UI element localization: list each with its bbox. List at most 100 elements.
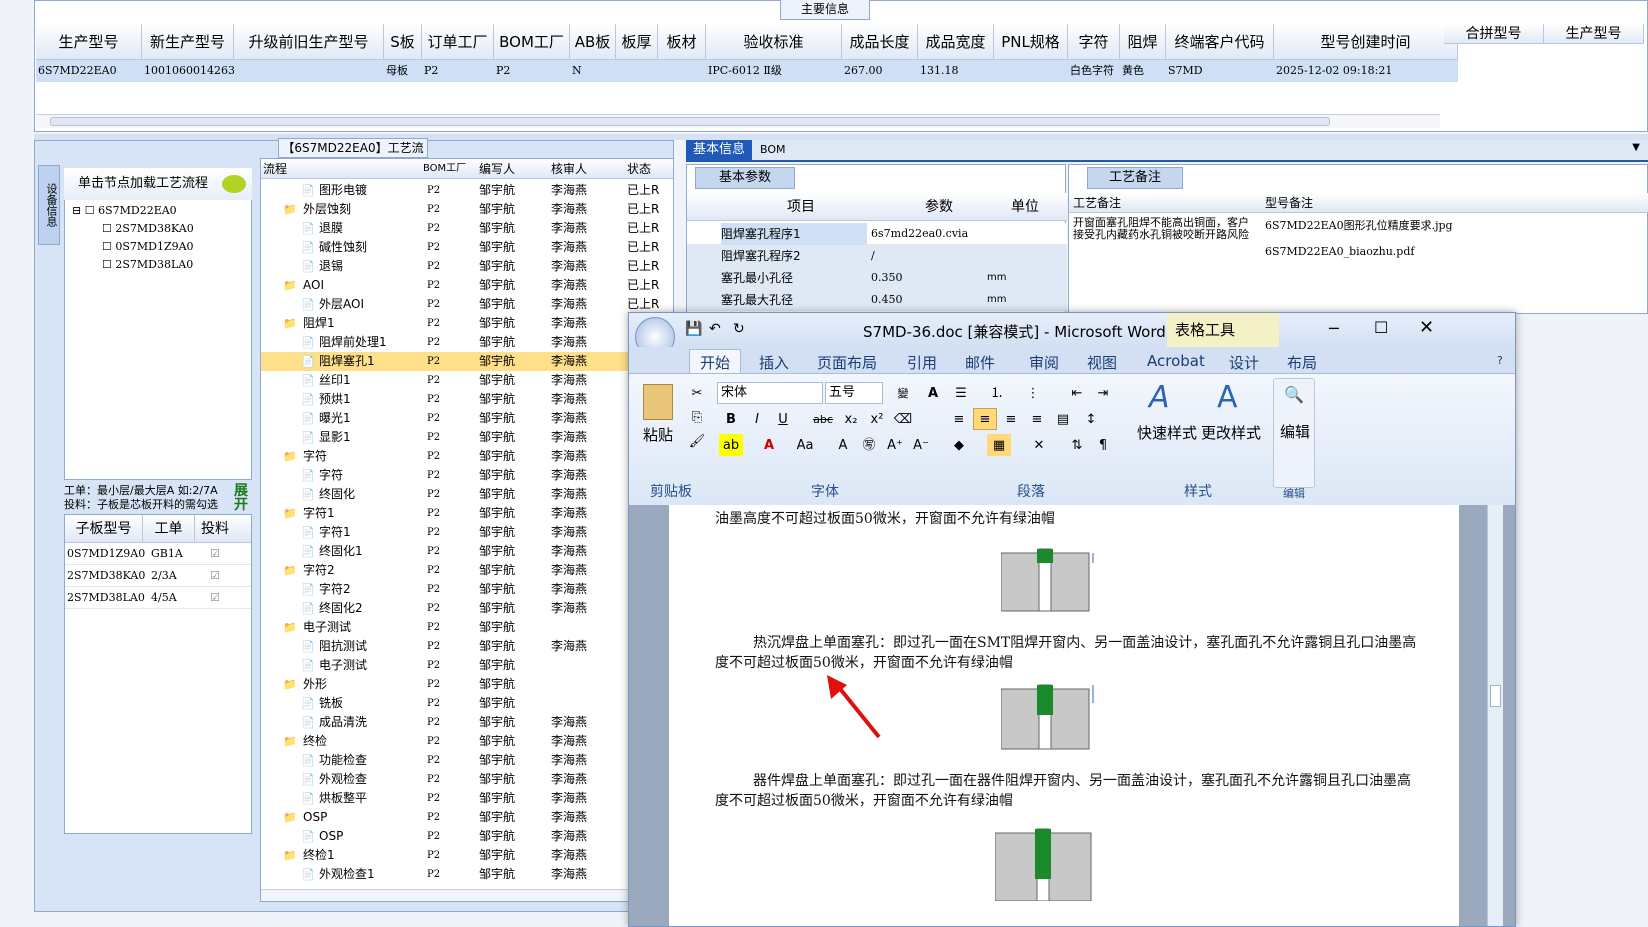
main-cell[interactable]: P2 <box>422 60 494 82</box>
quick-style-button[interactable]: 快速样式 <box>1137 422 1197 443</box>
shrink-font-icon[interactable]: A⁻ <box>909 434 933 456</box>
italic-icon[interactable]: I <box>745 408 769 430</box>
line-spacing-icon[interactable]: ↕ <box>1079 408 1103 430</box>
merge-col-header[interactable]: 合拼型号 <box>1444 24 1544 44</box>
flow-row[interactable]: 📁 阻焊1 P2 邹宇航 李海燕 <box>261 314 673 333</box>
main-grid-hscrollbar[interactable] <box>36 114 1440 128</box>
main-cell[interactable]: 267.00 <box>842 60 918 82</box>
chinese-layout-icon[interactable]: ✕ <box>1027 434 1051 456</box>
flow-row[interactable]: 📁 外层蚀刻 P2 邹宇航 李海燕 已上R <box>261 200 673 219</box>
enclose-char-icon[interactable]: ㊢ <box>857 434 881 456</box>
decrease-indent-icon[interactable]: ⇤ <box>1065 382 1089 404</box>
flow-row[interactable]: 📄 显影1 P2 邹宇航 李海燕 <box>261 428 673 447</box>
main-cell[interactable] <box>616 60 658 82</box>
main-col-header[interactable]: 终端客户代码 <box>1166 24 1274 60</box>
flow-row[interactable]: 📄 OSP P2 邹宇航 李海燕 <box>261 827 673 846</box>
align-left-icon[interactable]: ≡ <box>947 408 971 430</box>
tree-child[interactable]: ☐ 2S7MD38KA0 <box>72 220 194 238</box>
tab-mailings[interactable]: 邮件 <box>965 352 995 373</box>
main-cell[interactable]: IPC-6012 Ⅱ级 <box>706 60 842 82</box>
main-col-header[interactable]: 板材 <box>658 24 706 60</box>
help-icon[interactable]: ? <box>1497 354 1503 367</box>
main-col-header[interactable]: 字符 <box>1068 24 1120 60</box>
main-col-header[interactable]: 型号创建时间 <box>1274 24 1458 60</box>
redo-icon[interactable]: ↻ <box>733 321 745 337</box>
flow-row[interactable]: 📄 终固化2 P2 邹宇航 李海燕 <box>261 599 673 618</box>
superscript-icon[interactable]: x² <box>865 408 889 430</box>
paste-icon[interactable] <box>643 384 673 420</box>
process-flow-tab[interactable]: 【6S7MD22EA0】工艺流程 <box>278 138 428 173</box>
main-cell[interactable]: P2 <box>494 60 570 82</box>
param-value[interactable]: 6s7md22ea0.cvia <box>871 223 968 245</box>
flow-row[interactable]: 📄 字符2 P2 邹宇航 李海燕 <box>261 580 673 599</box>
cut-icon[interactable]: ✂ <box>685 382 709 404</box>
main-col-header[interactable]: 生产型号 <box>36 24 142 60</box>
param-value[interactable]: 0.350 <box>871 267 903 289</box>
main-col-header[interactable]: 成品长度 <box>842 24 918 60</box>
change-style-button[interactable]: 更改样式 <box>1201 422 1261 443</box>
main-col-header[interactable]: 订单工厂 <box>422 24 494 60</box>
flow-row[interactable]: 📁 OSP P2 邹宇航 李海燕 <box>261 808 673 827</box>
tab-insert[interactable]: 插入 <box>759 352 789 373</box>
expand-button[interactable]: 展开 <box>234 484 250 512</box>
main-col-header[interactable]: PNL规格 <box>994 24 1068 60</box>
main-cell[interactable]: 131.18 <box>918 60 994 82</box>
tab-design[interactable]: 设计 <box>1229 352 1259 373</box>
quick-style-icon[interactable]: A <box>1149 380 1170 415</box>
vscroll-thumb[interactable] <box>1490 685 1501 707</box>
tab-page-layout[interactable]: 页面布局 <box>817 352 877 373</box>
feed-checkbox[interactable]: ☑ <box>195 587 235 608</box>
flow-row[interactable]: 📁 外形 P2 邹宇航 <box>261 675 673 694</box>
sort-icon[interactable]: ⇅ <box>1065 434 1089 456</box>
flow-row[interactable]: 📄 字符1 P2 邹宇航 李海燕 <box>261 523 673 542</box>
borders-icon[interactable]: ▦ <box>987 434 1011 456</box>
flow-row[interactable]: 📄 退锡 P2 邹宇航 李海燕 已上R <box>261 257 673 276</box>
flow-row[interactable]: 📄 预烘1 P2 邹宇航 李海燕 <box>261 390 673 409</box>
basic-param-row[interactable]: 塞孔最大孔径 0.450 mm <box>687 289 1067 311</box>
save-icon[interactable]: 💾 <box>685 321 702 337</box>
font-size-select[interactable]: 五号 <box>825 382 883 404</box>
feed-checkbox[interactable]: ☑ <box>195 543 235 564</box>
format-painter-icon[interactable]: 🖌 <box>685 430 709 452</box>
clear-format-icon[interactable]: ⌫ <box>891 408 915 430</box>
param-value[interactable]: 0.450 <box>871 289 903 311</box>
main-info-tab[interactable]: 主要信息 <box>780 0 870 20</box>
tab-review[interactable]: 审阅 <box>1029 352 1059 373</box>
model-note-2[interactable]: 6S7MD22EA0_biaozhu.pdf <box>1265 245 1414 258</box>
feed-checkbox[interactable]: ☑ <box>195 565 235 586</box>
flow-row[interactable]: 📁 终检1 P2 邹宇航 李海燕 <box>261 846 673 865</box>
main-col-header[interactable]: 验收标准 <box>706 24 842 60</box>
tab-basic-info[interactable]: 基本信息 <box>686 140 752 160</box>
flow-row[interactable]: 📁 电子测试 P2 邹宇航 <box>261 618 673 637</box>
device-info-vertical-tab[interactable]: 设备信息 <box>38 165 60 245</box>
main-cell[interactable] <box>658 60 706 82</box>
flow-row[interactable]: 📄 图形电镀 P2 邹宇航 李海燕 已上R <box>261 181 673 200</box>
align-center-icon[interactable]: ≡ <box>973 408 997 430</box>
binoculars-icon[interactable]: 🔍 <box>1284 385 1304 404</box>
tab-process-remarks[interactable]: 工艺备注 <box>1087 167 1183 189</box>
maximize-icon[interactable]: ☐ <box>1374 318 1388 337</box>
tab-view[interactable]: 视图 <box>1087 352 1117 373</box>
tab-home[interactable]: 开始 <box>689 349 742 375</box>
tree-child[interactable]: ☐ 2S7MD38LA0 <box>72 256 194 274</box>
basic-param-row[interactable]: 阻焊塞孔程序1 6s7md22ea0.cvia <box>687 223 1067 245</box>
main-col-header[interactable]: 阻焊 <box>1120 24 1166 60</box>
main-grid-row[interactable]: 6S7MD22EA0 10010600142633 母板 P2 P2 N IPC-6012 … <box>36 60 1458 82</box>
param-value[interactable]: / <box>871 245 875 267</box>
flow-row[interactable]: 📄 功能检查 P2 邹宇航 李海燕 <box>261 751 673 770</box>
main-col-header[interactable]: BOM工厂 <box>494 24 570 60</box>
increase-indent-icon[interactable]: ⇥ <box>1091 382 1115 404</box>
bullets-icon[interactable]: ☰ <box>949 382 973 404</box>
font-color-icon[interactable]: A <box>757 434 781 456</box>
main-col-header[interactable]: 新生产型号 <box>142 24 234 60</box>
basic-param-row[interactable]: 阻焊塞孔程序2 / <box>687 245 1067 267</box>
flow-row[interactable]: 📄 烘板整平 P2 邹宇航 李海燕 <box>261 789 673 808</box>
distributed-icon[interactable]: ▤ <box>1051 408 1075 430</box>
main-col-header[interactable]: 升级前旧生产型号 <box>234 24 384 60</box>
flow-row[interactable]: 📄 字符 P2 邹宇航 李海燕 <box>261 466 673 485</box>
main-cell[interactable] <box>234 60 384 82</box>
flow-row[interactable]: 📁 终检 P2 邹宇航 李海燕 <box>261 732 673 751</box>
tab-acrobat[interactable]: Acrobat <box>1147 352 1205 370</box>
main-col-header[interactable]: S板 <box>384 24 422 60</box>
tab-basic-params[interactable]: 基本参数 <box>695 167 795 189</box>
